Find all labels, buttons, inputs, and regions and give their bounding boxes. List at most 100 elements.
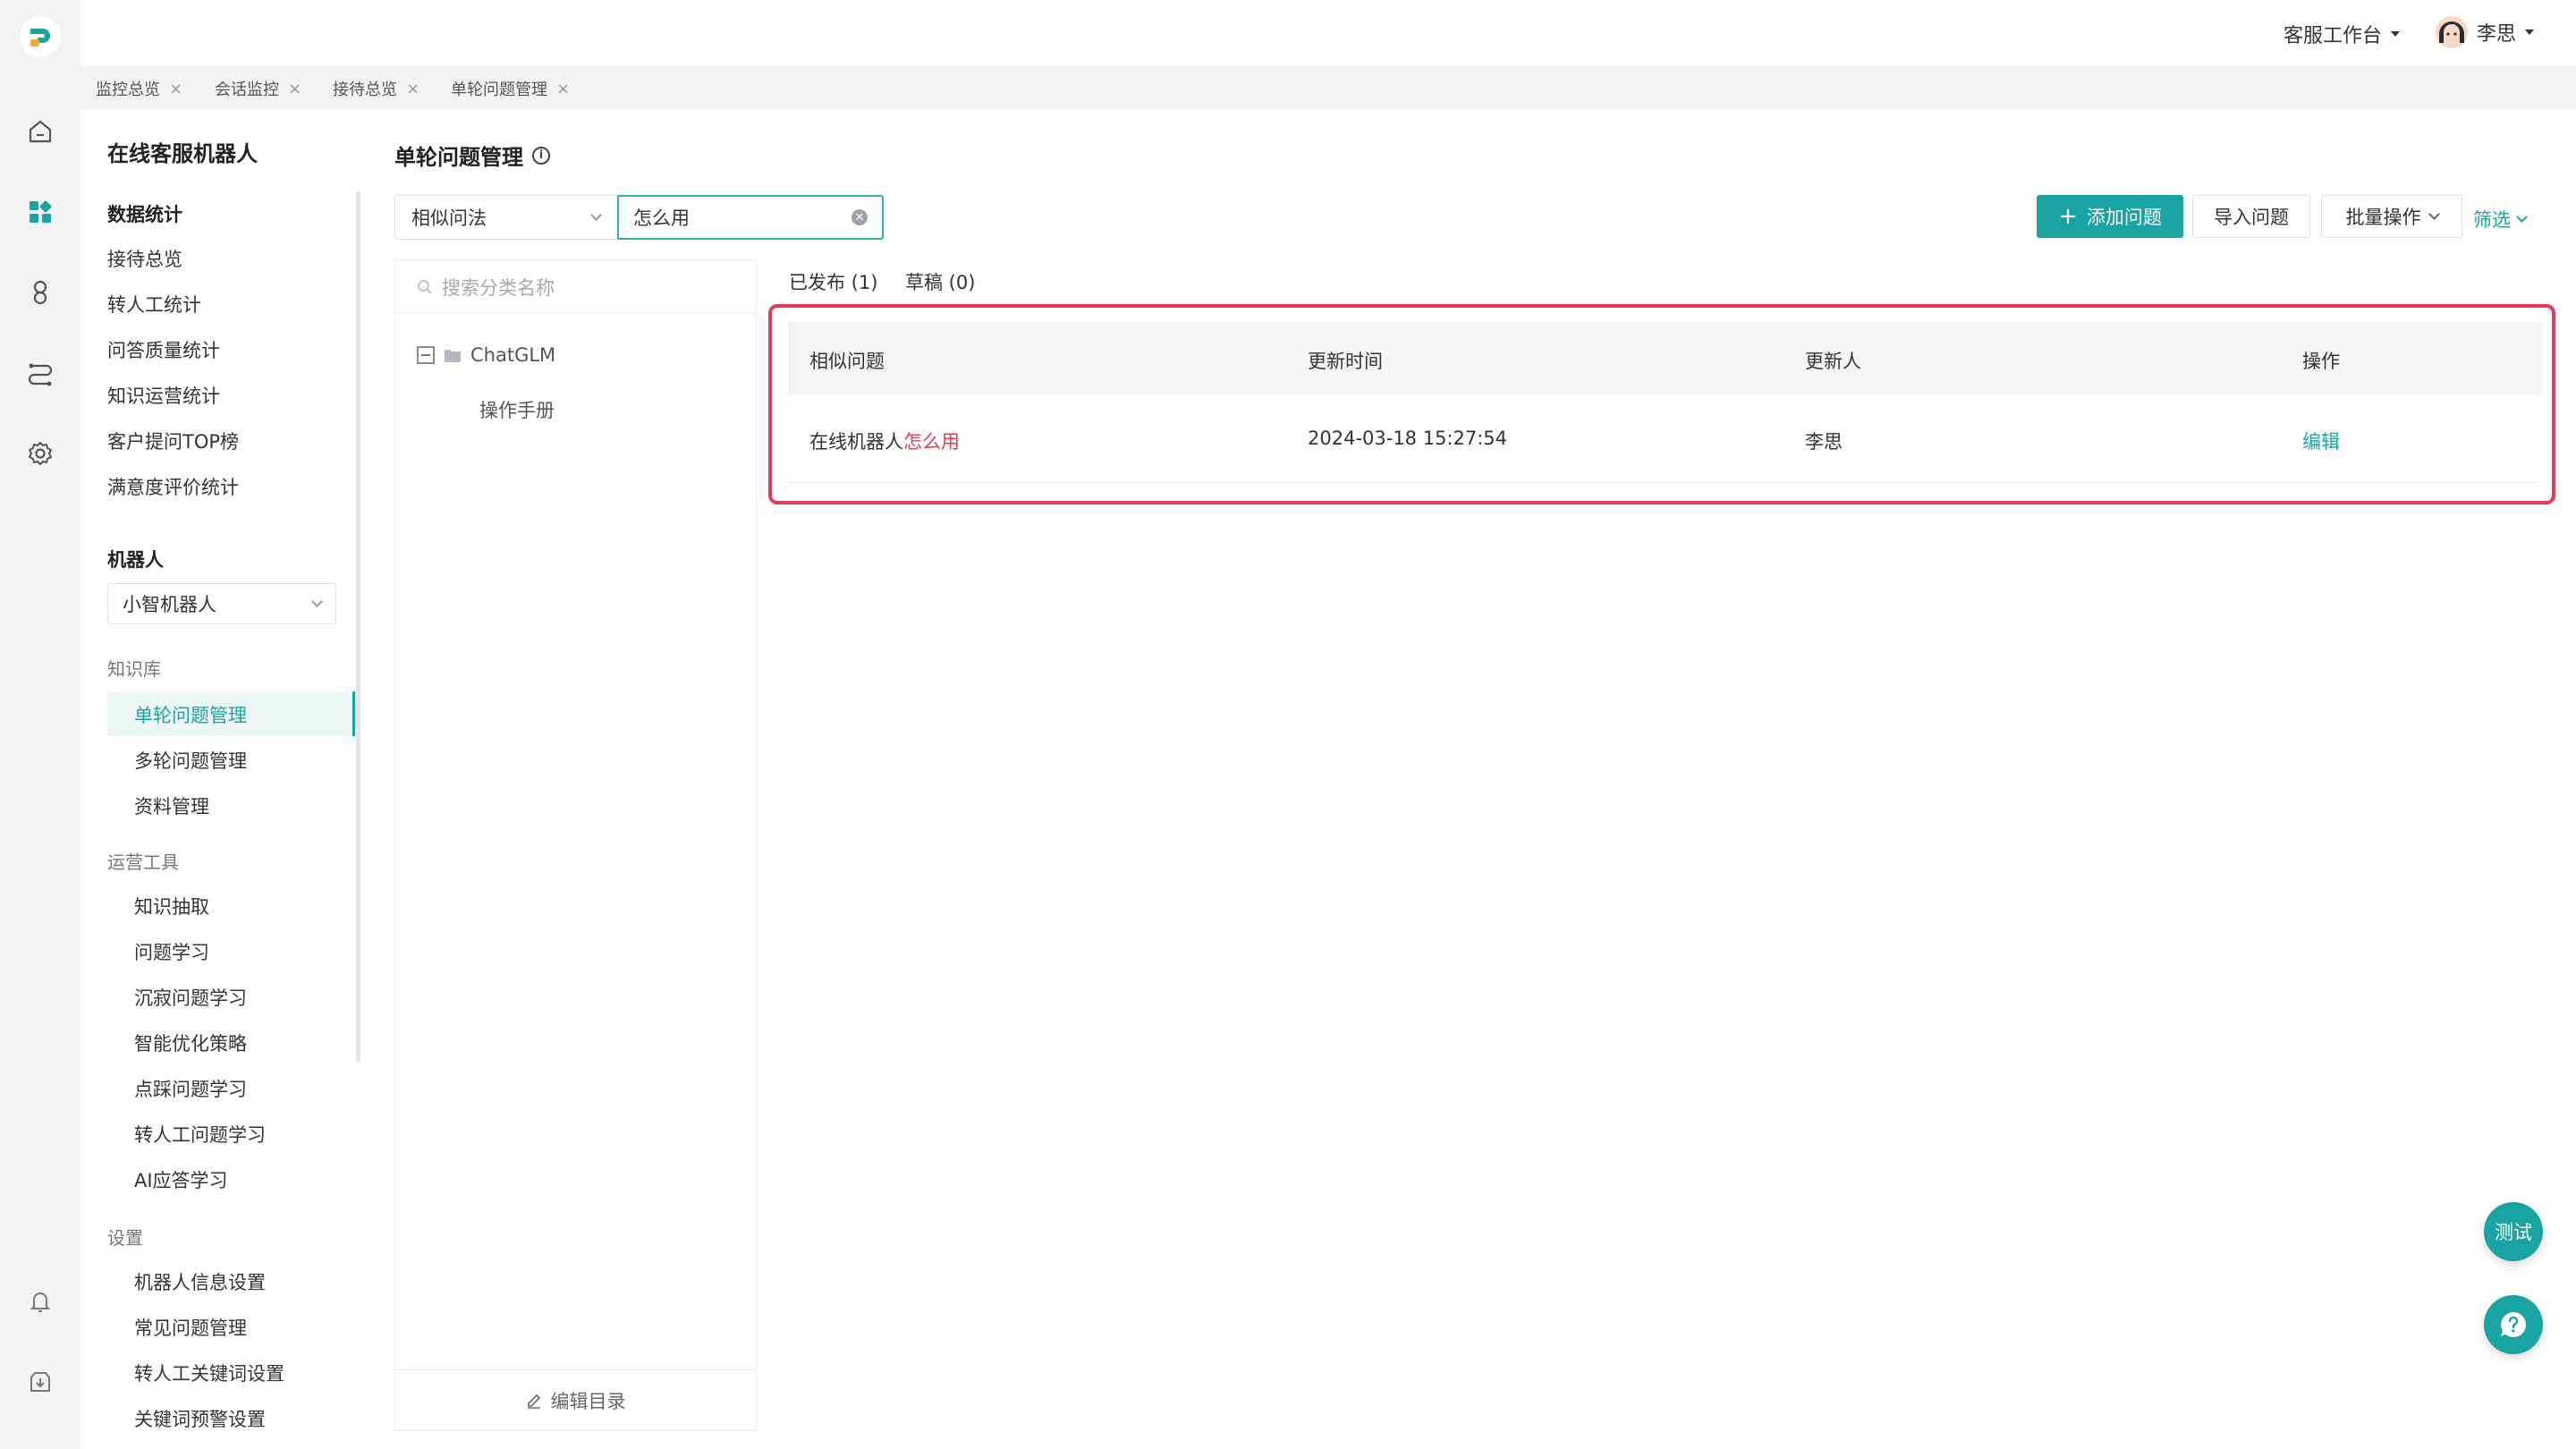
tab-label: 会话监控 (215, 80, 279, 99)
caret-down-icon (2391, 31, 2401, 37)
sidebar-item-materials[interactable]: 资料管理 (134, 792, 209, 819)
tab-session-monitor[interactable]: 会话监控 × (215, 77, 301, 100)
sidebar-item-multi-turn[interactable]: 多轮问题管理 (134, 747, 247, 774)
user-menu[interactable]: 李思 (2436, 16, 2535, 48)
caret-down-icon (2525, 30, 2535, 35)
page-title: 单轮问题管理 i (394, 140, 550, 171)
sidebar-item-keyword-alerts[interactable]: 关键词预警设置 (134, 1405, 266, 1432)
help-chat-icon (2501, 1312, 2527, 1337)
sidebar-item-qa-quality[interactable]: 问答质量统计 (107, 336, 220, 363)
search-input-value: 怎么用 (633, 208, 690, 229)
tab-drafts[interactable]: 草稿 (0) (905, 268, 975, 295)
category-tree-panel: 搜索分类名称 ChatGLM 操作手册 编辑目录 (394, 259, 757, 1431)
sidebar-item-robot-info[interactable]: 机器人信息设置 (134, 1268, 266, 1295)
home-icon[interactable] (20, 111, 61, 152)
workspace-switcher[interactable]: 客服工作台 (2284, 20, 2401, 48)
section-robot: 机器人 (107, 549, 164, 571)
tree-node-root[interactable]: ChatGLM (417, 344, 555, 366)
robot-icon[interactable] (20, 272, 61, 313)
dashboard-icon[interactable] (20, 191, 61, 233)
tree-search-input[interactable]: 搜索分类名称 (395, 260, 756, 314)
edit-directory-button[interactable]: 编辑目录 (395, 1369, 756, 1430)
tab-label: 单轮问题管理 (451, 80, 547, 99)
icon-rail (0, 0, 80, 1449)
sidebar-item-reception[interactable]: 接待总览 (107, 245, 182, 272)
close-icon[interactable]: × (169, 80, 182, 98)
import-question-label: 导入问题 (2214, 207, 2289, 228)
sidebar: 在线客服机器人 数据统计 接待总览 转人工统计 问答质量统计 知识运营统计 客户… (80, 109, 362, 1449)
highlight-frame (768, 304, 2555, 504)
import-question-button[interactable]: 导入问题 (2192, 195, 2310, 238)
tree-search-placeholder: 搜索分类名称 (442, 276, 555, 299)
gear-icon[interactable] (20, 433, 61, 474)
test-button-label: 测试 (2495, 1222, 2532, 1243)
tab-reception-overview[interactable]: 接待总览 × (333, 77, 419, 100)
close-icon[interactable]: × (288, 80, 301, 98)
avatar (2436, 16, 2468, 48)
bell-icon[interactable] (20, 1281, 61, 1322)
chevron-down-icon (2516, 211, 2528, 223)
help-chat-button[interactable] (2484, 1295, 2543, 1354)
sidebar-item-ai-learning[interactable]: AI应答学习 (134, 1166, 228, 1193)
chevron-down-icon (2428, 208, 2440, 220)
sidebar-item-transfer-stats[interactable]: 转人工统计 (107, 291, 201, 318)
user-name: 李思 (2477, 23, 2517, 46)
batch-operation-button[interactable]: 批量操作 (2321, 195, 2462, 238)
sidebar-item-dislike-learning[interactable]: 点踩问题学习 (134, 1075, 247, 1102)
clear-icon[interactable]: ✕ (852, 209, 868, 225)
sidebar-item-dormant-learning[interactable]: 沉寂问题学习 (134, 984, 247, 1011)
collapse-icon[interactable] (417, 346, 435, 364)
search-icon (418, 279, 432, 294)
add-question-button[interactable]: + 添加问题 (2037, 195, 2183, 238)
tab-monitor-overview[interactable]: 监控总览 × (96, 77, 182, 100)
chevron-down-icon (590, 209, 602, 221)
edit-icon (527, 1394, 540, 1409)
sidebar-item-knowledge-ops[interactable]: 知识运营统计 (107, 382, 220, 409)
edit-directory-label: 编辑目录 (550, 1390, 626, 1412)
logo (20, 16, 61, 57)
chevron-down-icon (311, 596, 323, 607)
sidebar-item-transfer-learning[interactable]: 转人工问题学习 (134, 1121, 266, 1148)
filter-field-value: 相似问法 (411, 208, 487, 229)
search-input[interactable]: 怎么用 ✕ (617, 195, 884, 240)
tab-label: 接待总览 (333, 80, 397, 99)
filter-link[interactable]: 筛选 (2473, 206, 2528, 233)
sidebar-item-single-turn[interactable]: 单轮问题管理 (134, 701, 247, 728)
add-question-label: 添加问题 (2086, 207, 2162, 228)
group-settings: 设置 (107, 1227, 143, 1249)
flow-icon[interactable] (20, 352, 61, 394)
test-button[interactable]: 测试 (2484, 1202, 2543, 1261)
close-icon[interactable]: × (556, 80, 570, 98)
sidebar-item-smart-optimize[interactable]: 智能优化策略 (134, 1030, 247, 1056)
sidebar-item-extract[interactable]: 知识抽取 (134, 893, 209, 919)
close-icon[interactable]: × (406, 80, 419, 98)
folder-icon (445, 350, 461, 362)
robot-select[interactable]: 小智机器人 (107, 583, 336, 624)
sidebar-item-question-learning[interactable]: 问题学习 (134, 938, 209, 965)
page-title-text: 单轮问题管理 (394, 145, 523, 170)
tab-label: 监控总览 (96, 80, 160, 99)
sidebar-item-faq[interactable]: 常见问题管理 (134, 1314, 247, 1341)
tree-node-child[interactable]: 操作手册 (479, 396, 555, 423)
sidebar-scrollbar[interactable] (356, 191, 360, 1063)
tree-node-root-label: ChatGLM (470, 344, 556, 366)
group-knowledge-base: 知识库 (107, 658, 161, 680)
plus-icon: + (2058, 203, 2078, 230)
sidebar-item-satisfaction[interactable]: 满意度评价统计 (107, 473, 239, 500)
info-icon[interactable]: i (532, 146, 550, 165)
top-bar: 客服工作台 李思 (80, 0, 2576, 66)
sidebar-item-top-questions[interactable]: 客户提问TOP榜 (107, 428, 239, 454)
batch-operation-label: 批量操作 (2345, 207, 2421, 228)
download-icon[interactable] (20, 1361, 61, 1402)
workspace-label: 客服工作台 (2284, 25, 2383, 47)
tab-single-turn[interactable]: 单轮问题管理 × (451, 77, 570, 100)
filter-field-select[interactable]: 相似问法 (394, 195, 616, 240)
sidebar-title: 在线客服机器人 (107, 141, 258, 166)
section-stats: 数据统计 (107, 204, 182, 225)
page-tabs: 监控总览 × 会话监控 × 接待总览 × 单轮问题管理 × (80, 66, 2576, 109)
group-ops-tools: 运营工具 (107, 852, 179, 873)
sidebar-item-transfer-keywords[interactable]: 转人工关键词设置 (134, 1360, 284, 1386)
robot-select-value: 小智机器人 (123, 594, 216, 615)
filter-link-label: 筛选 (2473, 209, 2511, 231)
tab-published[interactable]: 已发布 (1) (789, 268, 877, 295)
